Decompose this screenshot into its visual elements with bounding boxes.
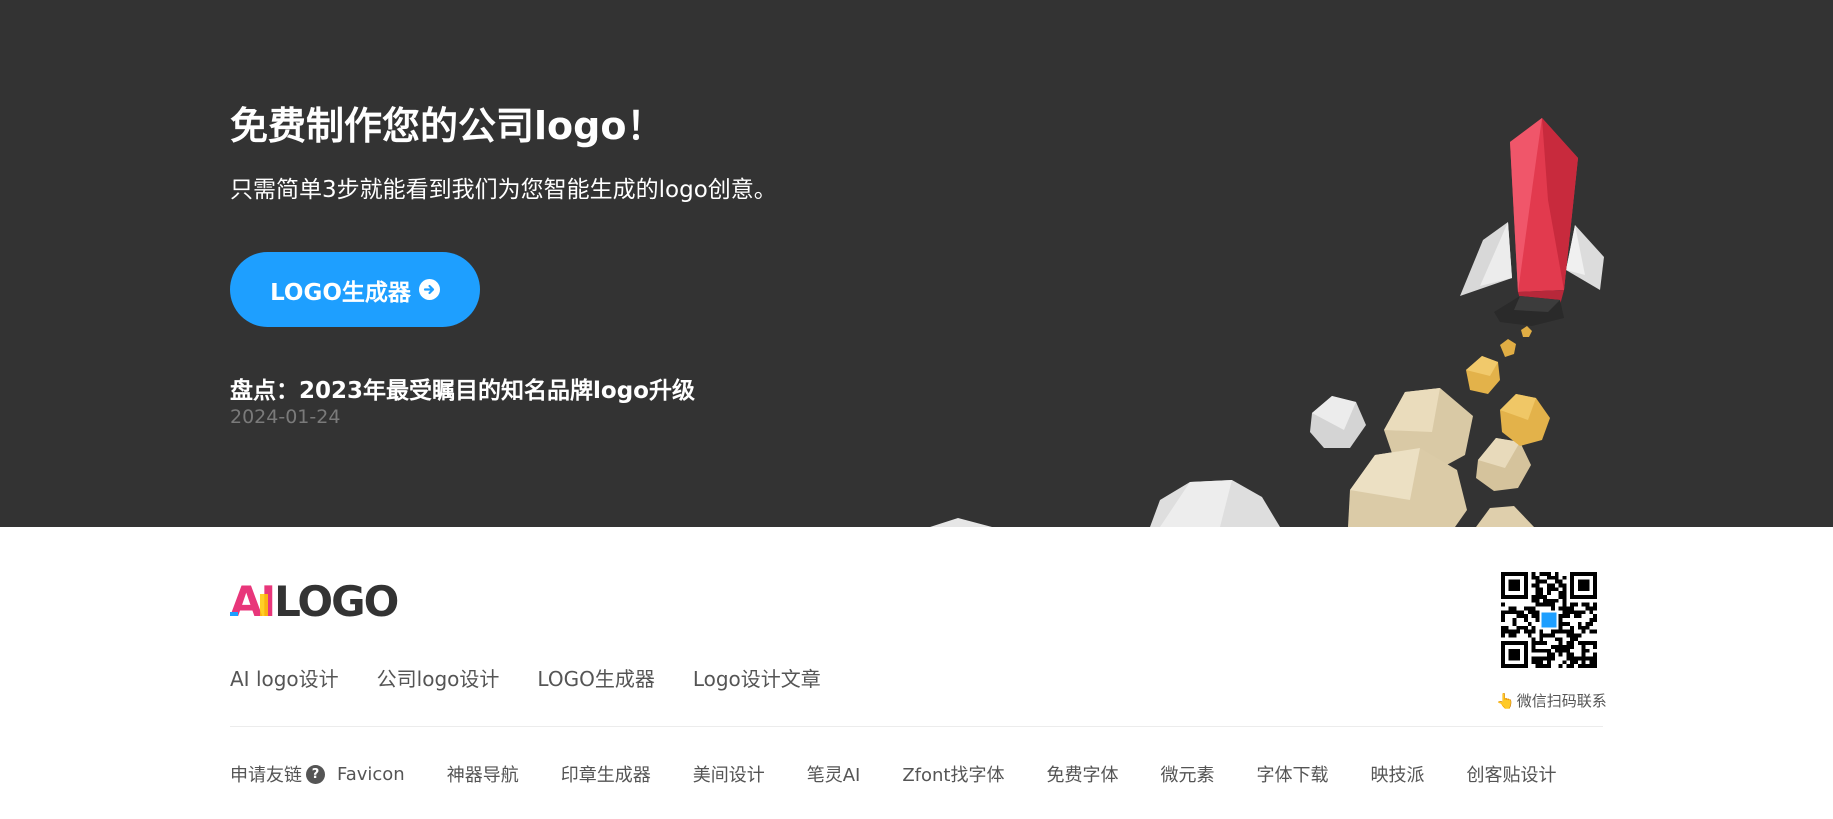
friend-link[interactable]: 映技派 (1370, 761, 1424, 787)
friend-link[interactable]: 印章生成器 (561, 761, 651, 787)
friend-link[interactable]: 免费字体 (1046, 761, 1118, 787)
pointing-hand-icon: 👆 (1496, 691, 1515, 710)
ailogo-logo[interactable]: AILOGO (230, 580, 400, 620)
question-icon[interactable]: ? (306, 764, 325, 784)
nav-logo-generator[interactable]: LOGO生成器 (537, 663, 654, 692)
friend-link[interactable]: 神器导航 (447, 761, 519, 787)
friend-link[interactable]: 笔灵AI (807, 761, 861, 787)
footer-nav: AI logo设计 公司logo设计 LOGO生成器 Logo设计文章 (230, 663, 821, 692)
nav-ai-logo-design[interactable]: AI logo设计 (230, 663, 339, 692)
friend-link[interactable]: 微元素 (1160, 761, 1214, 787)
nav-logo-articles[interactable]: Logo设计文章 (693, 663, 821, 692)
apply-friend-link[interactable]: 申请友链 ? (230, 761, 325, 787)
qr-caption-text: 微信扫码联系 (1516, 692, 1607, 710)
nav-company-logo-design[interactable]: 公司logo设计 (377, 663, 500, 692)
rocket-illustration (930, 118, 1604, 527)
friend-link[interactable]: 美间设计 (693, 761, 765, 787)
qr-caption: 👆 微信扫码联系 (1496, 690, 1607, 711)
friend-link[interactable]: 字体下载 (1256, 761, 1328, 787)
footer-divider (230, 726, 1603, 727)
friend-link[interactable]: 创客贴设计 (1466, 761, 1556, 787)
svg-text:AILOGO: AILOGO (230, 580, 398, 620)
friend-link[interactable]: Favicon (337, 764, 405, 785)
apply-friend-link-label: 申请友链 (230, 765, 302, 786)
friend-links: 申请友链 ? Favicon 神器导航 印章生成器 美间设计 笔灵AI Zfon… (230, 761, 1598, 787)
friend-link[interactable]: Zfont找字体 (902, 761, 1004, 787)
hero-banner: 免费制作您的公司logo！ 只需简单3步就能看到我们为您智能生成的logo创意。… (0, 0, 1833, 527)
wechat-qr-code (1501, 572, 1597, 668)
